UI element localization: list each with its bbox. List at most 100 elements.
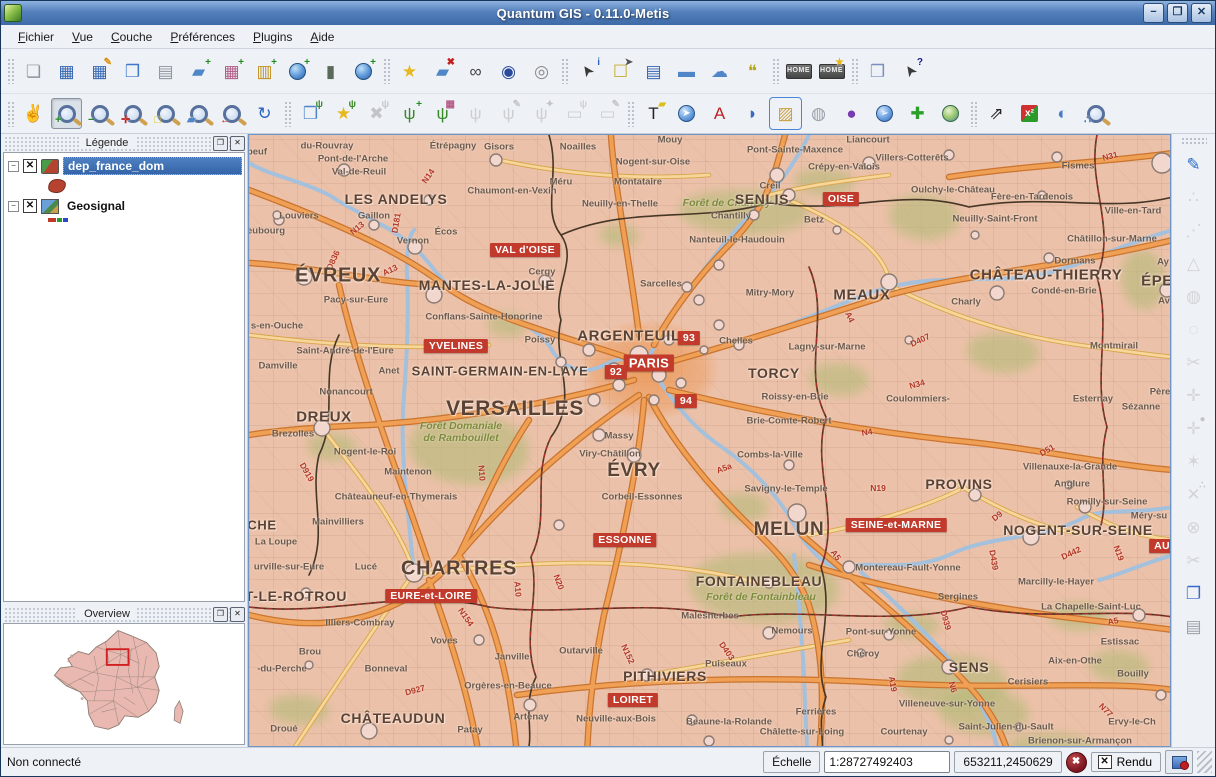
help-contents-button[interactable]: ❒ bbox=[862, 56, 893, 87]
select-features-button[interactable]: ☐➤ bbox=[605, 56, 636, 87]
toolbar-handle[interactable] bbox=[627, 101, 634, 127]
minimize-button[interactable]: − bbox=[1143, 3, 1164, 23]
menu-item-preferences[interactable]: Préférences bbox=[161, 27, 244, 47]
add-postgis-layer-button[interactable]: ▥+ bbox=[249, 56, 280, 87]
legend-panel-titlebar[interactable]: Légende ❐ ✕ bbox=[3, 135, 245, 151]
split-features-button[interactable]: ✂ bbox=[1179, 347, 1209, 377]
close-grass-mapset-button[interactable]: ✖ψ bbox=[361, 98, 392, 129]
export-image-button[interactable]: ▨ bbox=[770, 98, 801, 129]
refresh-map-button[interactable]: ↻ bbox=[249, 98, 280, 129]
zoom-browser-button[interactable]: ∴ bbox=[1080, 98, 1111, 129]
pan-map-button[interactable]: ✌ bbox=[18, 98, 49, 129]
add-raster-layer-button[interactable]: ▦+ bbox=[216, 56, 247, 87]
paste-features-button[interactable]: ▤ bbox=[1179, 611, 1209, 641]
simplify-feature-button[interactable]: ✶ bbox=[1179, 446, 1209, 476]
map-tips-button[interactable]: ❝ bbox=[737, 56, 768, 87]
hide-all-layers-button[interactable]: ◎ bbox=[526, 56, 557, 87]
new-grass-mapset-button[interactable]: ★ψ bbox=[328, 98, 359, 129]
plugin-installer-button[interactable]: ◍ bbox=[803, 98, 834, 129]
menu-item-aide[interactable]: Aide bbox=[301, 27, 343, 47]
render-checkbox[interactable]: ✕ bbox=[1098, 755, 1112, 769]
open-project-button[interactable]: ❒ bbox=[117, 56, 148, 87]
overview-panel-titlebar[interactable]: Overview ❐ ✕ bbox=[3, 606, 245, 622]
compass-tool-button[interactable]: ➢ bbox=[869, 98, 900, 129]
zoom-full-extent-button[interactable]: ✛ bbox=[117, 98, 148, 129]
layer-name[interactable]: dep_france_dom bbox=[63, 157, 242, 175]
plot-graph-button[interactable]: ⇗ bbox=[981, 98, 1012, 129]
remove-layer-button[interactable]: ▰✖ bbox=[427, 56, 458, 87]
toolbar-handle[interactable] bbox=[561, 58, 568, 84]
attribute-table-button[interactable]: ▤ bbox=[638, 56, 669, 87]
toolbar-handle[interactable] bbox=[1181, 137, 1207, 144]
delete-selected-button[interactable]: ⊗ bbox=[1179, 512, 1209, 542]
toolbar-handle[interactable] bbox=[970, 101, 977, 127]
new-vector-layer-button[interactable]: ★ bbox=[394, 56, 425, 87]
add-wms-layer-button[interactable]: + bbox=[282, 56, 313, 87]
menu-item-couche[interactable]: Couche bbox=[102, 27, 161, 47]
show-in-overview-button[interactable]: ∞ bbox=[460, 56, 491, 87]
zoom-last-button[interactable]: ← bbox=[216, 98, 247, 129]
print-button[interactable]: ▤ bbox=[150, 56, 181, 87]
toolbar-handle[interactable] bbox=[284, 101, 291, 127]
layer-visibility-checkbox[interactable]: ✕ bbox=[23, 159, 37, 173]
raster-calculator-button[interactable]: x² bbox=[1014, 98, 1045, 129]
save-project-as-button[interactable]: ▦✎ bbox=[84, 56, 115, 87]
stop-render-button[interactable]: ✖ bbox=[1066, 752, 1087, 773]
new-bookmark-button[interactable]: HOME★ bbox=[816, 56, 847, 87]
zoom-in-button[interactable]: + bbox=[51, 98, 82, 129]
legend-float-button[interactable]: ❐ bbox=[213, 136, 228, 151]
export-pdf-button[interactable]: A bbox=[704, 98, 735, 129]
globe-viewer-button[interactable] bbox=[935, 98, 966, 129]
add-island-button[interactable]: ◌ bbox=[1179, 314, 1209, 344]
layer-visibility-checkbox[interactable]: ✕ bbox=[23, 199, 37, 213]
add-grass-vector-button[interactable]: ψ+ bbox=[394, 98, 425, 129]
open-grass-mapset-button[interactable]: ❒ψ bbox=[295, 98, 326, 129]
toolbar-handle[interactable] bbox=[851, 58, 858, 84]
toolbar-handle[interactable] bbox=[772, 58, 779, 84]
edit-grass-vector-button[interactable]: ψ✎ bbox=[493, 98, 524, 129]
save-project-button[interactable]: ▦ bbox=[51, 56, 82, 87]
resize-grip[interactable] bbox=[1197, 751, 1212, 773]
quick-print-button[interactable]: ✚ bbox=[902, 98, 933, 129]
legend-close-button[interactable]: ✕ bbox=[230, 136, 245, 151]
bookmark-home-button[interactable]: HOME bbox=[783, 56, 814, 87]
toolbar-handle[interactable] bbox=[7, 58, 14, 84]
georeferencer-button[interactable]: ● bbox=[836, 98, 867, 129]
expander-icon[interactable]: − bbox=[8, 201, 19, 212]
identify-features-button[interactable]: ➤i bbox=[572, 56, 603, 87]
coordinates-display[interactable]: 653211,2450629 bbox=[954, 751, 1061, 773]
cut-features-button[interactable]: ✂ bbox=[1179, 545, 1209, 575]
delete-vertex-button[interactable]: ✕∴ bbox=[1179, 479, 1209, 509]
layer-name[interactable]: Geosignal bbox=[63, 198, 129, 214]
zoom-to-layer-button[interactable]: ▰ bbox=[183, 98, 214, 129]
add-vector-layer-button[interactable]: ▰+ bbox=[183, 56, 214, 87]
menu-item-fichier[interactable]: Fichier bbox=[9, 27, 63, 47]
north-arrow-button[interactable]: ➤ bbox=[671, 98, 702, 129]
app-icon[interactable] bbox=[4, 4, 22, 22]
render-toggle[interactable]: ✕ Rendu bbox=[1091, 752, 1161, 772]
move-vertex-button[interactable]: ✛● bbox=[1179, 413, 1209, 443]
labeling-button[interactable]: T▰ bbox=[638, 98, 669, 129]
add-grass-raster-button[interactable]: ψ▦ bbox=[427, 98, 458, 129]
move-feature-button[interactable]: ✛ bbox=[1179, 380, 1209, 410]
capture-polygon-button[interactable]: △ bbox=[1179, 248, 1209, 278]
capture-line-button[interactable]: ⋰ bbox=[1179, 215, 1209, 245]
overview-map[interactable] bbox=[3, 623, 245, 745]
whats-this-button[interactable]: ➤? bbox=[895, 56, 926, 87]
menu-item-plugins[interactable]: Plugins bbox=[244, 27, 301, 47]
capture-point-button[interactable]: ∴ bbox=[1179, 182, 1209, 212]
grass-region-button[interactable]: ψ bbox=[460, 98, 491, 129]
close-button[interactable]: ✕ bbox=[1191, 3, 1212, 23]
mapserver-export-button[interactable]: ◗ bbox=[737, 98, 768, 129]
copy-features-button[interactable]: ❐ bbox=[1179, 578, 1209, 608]
measure-area-button[interactable]: ☁ bbox=[704, 56, 735, 87]
add-wfs-layer-button[interactable]: + bbox=[348, 56, 379, 87]
toggle-editing-button[interactable]: ✎ bbox=[1179, 149, 1209, 179]
edit-grass-region-button[interactable]: ▭✎ bbox=[592, 98, 623, 129]
legend-layer-dep_france_dom[interactable]: −✕dep_france_dom bbox=[4, 155, 244, 177]
show-all-layers-button[interactable]: ◉ bbox=[493, 56, 524, 87]
overview-close-button[interactable]: ✕ bbox=[230, 607, 245, 622]
map-canvas[interactable]: du-RouvrayPont-de-l'ArcheVal-de-ReuilÉtr… bbox=[248, 134, 1171, 747]
add-ring-button[interactable]: ◍ bbox=[1179, 281, 1209, 311]
menu-item-vue[interactable]: Vue bbox=[63, 27, 102, 47]
